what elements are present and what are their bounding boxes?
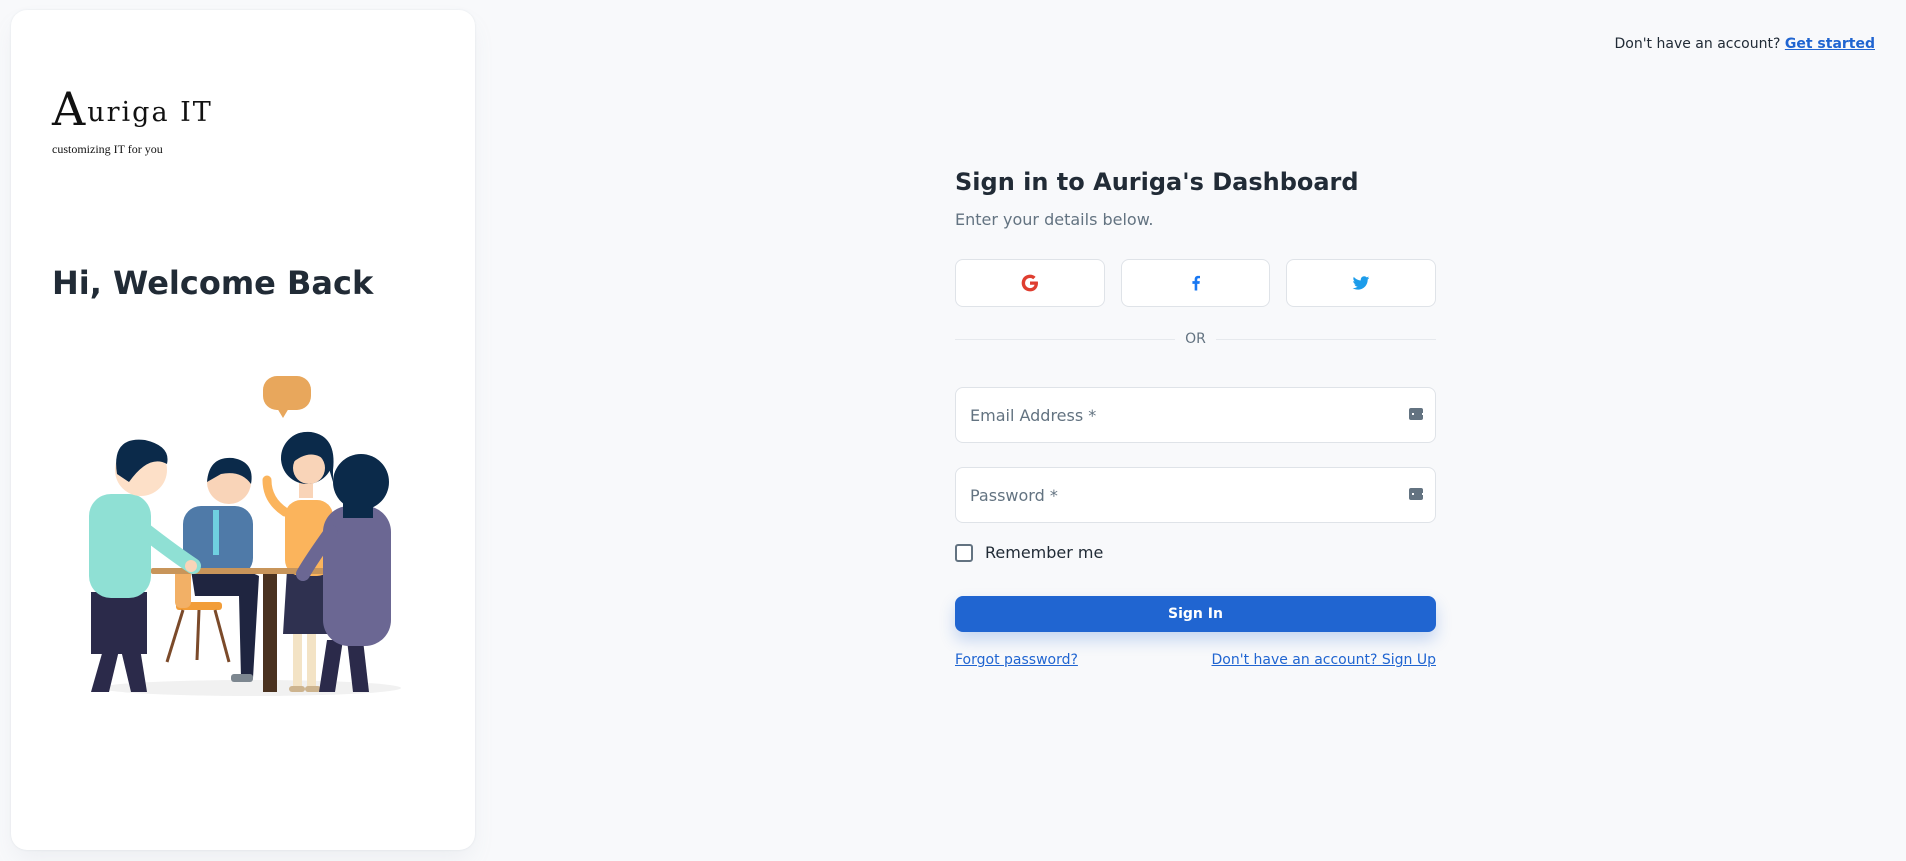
logo-tagline: customizing IT for you bbox=[52, 142, 163, 156]
divider-line-right bbox=[1215, 338, 1436, 340]
twitter-login-button[interactable] bbox=[1286, 259, 1437, 307]
password-field bbox=[955, 467, 1436, 523]
facebook-login-button[interactable] bbox=[1120, 259, 1271, 307]
brand-logo: Auriga IT customizing IT for you bbox=[52, 82, 211, 162]
remember-me-row: Remember me bbox=[955, 543, 1436, 562]
sign-up-link[interactable]: Don't have an account? Sign Up bbox=[1212, 652, 1437, 668]
autofill-key-icon[interactable] bbox=[1409, 408, 1424, 420]
password-input[interactable] bbox=[970, 485, 1421, 505]
signup-prompt: Don't have an account? Get started bbox=[1614, 36, 1875, 52]
email-input[interactable] bbox=[970, 405, 1421, 425]
team-meeting-illustration bbox=[89, 376, 401, 696]
google-login-button[interactable] bbox=[955, 259, 1105, 307]
divider-line-left bbox=[955, 338, 1176, 340]
sign-in-button[interactable]: Sign In bbox=[955, 596, 1436, 632]
forgot-password-link[interactable]: Forgot password? bbox=[955, 652, 1078, 668]
welcome-heading: Hi, Welcome Back bbox=[52, 264, 374, 302]
email-field bbox=[955, 387, 1436, 443]
twitter-icon bbox=[1352, 276, 1370, 290]
page-subtitle: Enter your details below. bbox=[955, 210, 1154, 229]
remember-me-checkbox[interactable] bbox=[955, 543, 973, 562]
page-title: Sign in to Auriga's Dashboard bbox=[955, 168, 1359, 196]
welcome-panel: Auriga IT customizing IT for you Hi, Wel… bbox=[11, 10, 475, 850]
divider-text: OR bbox=[1185, 331, 1206, 347]
signin-form: Sign in to Auriga's Dashboard Enter your… bbox=[955, 168, 1437, 668]
social-login-row bbox=[955, 259, 1437, 307]
remember-me-label: Remember me bbox=[985, 543, 1104, 562]
google-icon bbox=[1021, 274, 1038, 292]
logo-wordmark: Auriga IT bbox=[52, 82, 213, 136]
get-started-link[interactable]: Get started bbox=[1785, 36, 1875, 52]
signup-prompt-text: Don't have an account? bbox=[1614, 36, 1781, 52]
facebook-icon bbox=[1191, 275, 1200, 291]
autofill-key-icon[interactable] bbox=[1409, 488, 1424, 500]
form-footer-links: Forgot password? Don't have an account? … bbox=[955, 652, 1436, 668]
or-divider: OR bbox=[955, 331, 1436, 347]
